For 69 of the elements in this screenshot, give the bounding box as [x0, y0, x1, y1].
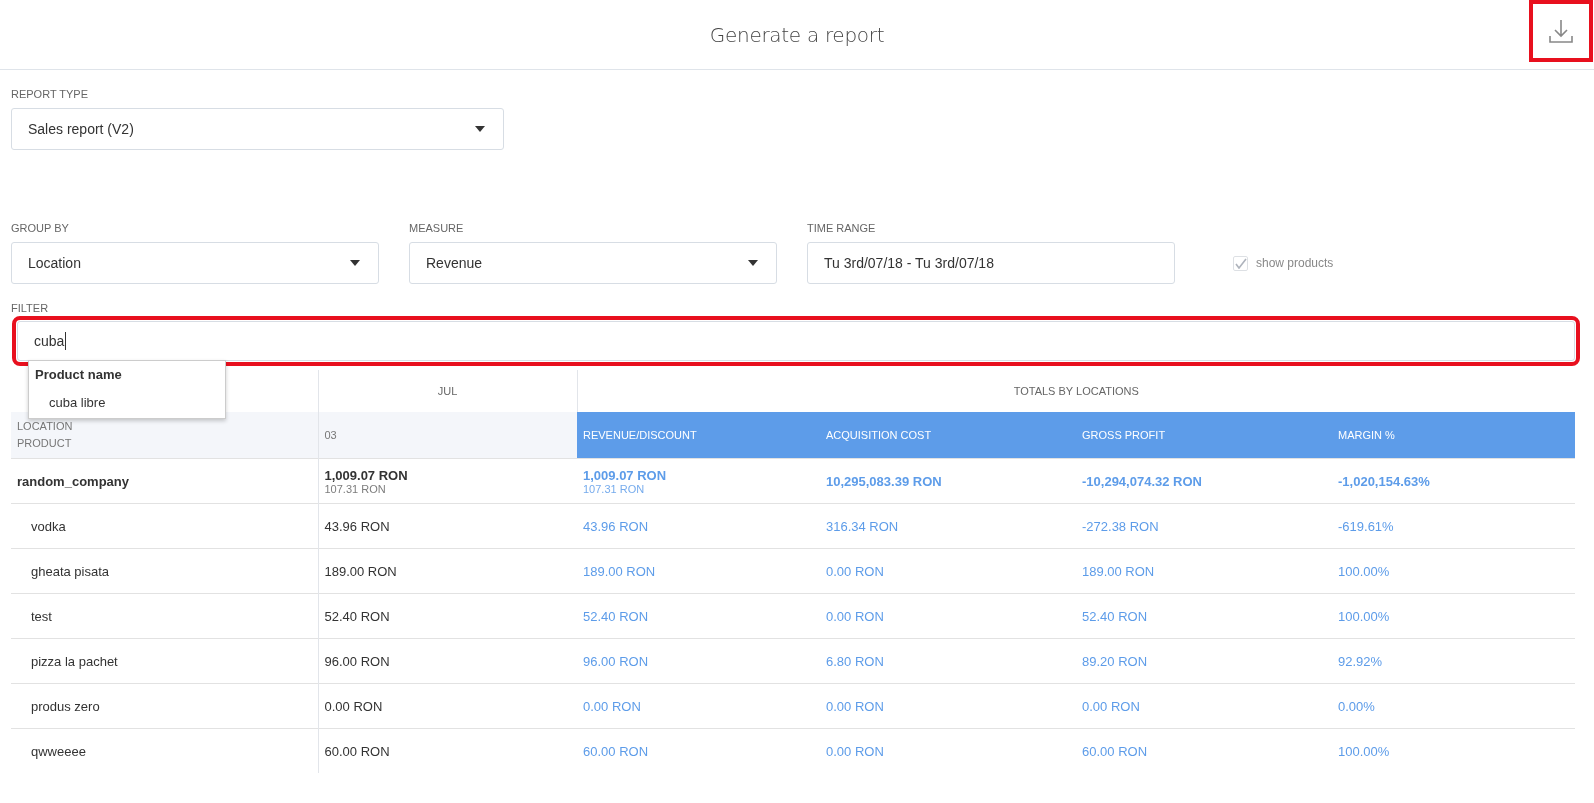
value-cell-text: 0.00 RON [324, 698, 384, 714]
value-cell-text: 60.00 RON [324, 743, 391, 759]
value-cell-text: 189.00 RON [324, 563, 398, 579]
caret-icon [475, 126, 485, 132]
date-range-field[interactable]: Tu 3rd/07/18 - Tu 3rd/07/18 [807, 242, 1175, 284]
caret-icon [350, 260, 360, 266]
product-cell: test [11, 593, 318, 639]
product-cell: qwweeee [11, 728, 318, 773]
column-header: ACQUISITION COST [820, 412, 1076, 459]
product-cell: vodka [11, 503, 318, 549]
value-cell-text: 43.96 RON [324, 518, 391, 534]
value-cell-text: -619.61% [1338, 518, 1395, 534]
value-cell-text: 52.40 RON [324, 608, 391, 624]
value-cell-text: 100.00% [1338, 608, 1391, 624]
value-cell-text: 0.00 RON [826, 743, 885, 759]
field-label: TIME RANGE [807, 222, 877, 235]
select-dropdown[interactable]: Sales report (V2) [11, 108, 504, 150]
column-header: PRODUCT [17, 436, 73, 451]
value-cell-text: -10,294,074.32 RON [1082, 473, 1203, 489]
field-label: GROUP BY [11, 222, 70, 235]
value-cell-text: 43.96 RON [583, 518, 650, 534]
value-cell-text: 52.40 RON [583, 608, 650, 624]
value-cell-text: 0.00% [1338, 698, 1376, 714]
value-cell-text: 52.40 RON [1082, 608, 1149, 624]
value-cell-text: 0.00 RON [583, 698, 642, 714]
value-cell-text: 6.80 RON [826, 653, 885, 669]
download-icon [1548, 18, 1574, 44]
caret-icon [748, 260, 758, 266]
value-cell-text: 0.00 RON [826, 698, 885, 714]
menu-heading: Product name [34, 367, 123, 382]
value-cell-text: 189.00 RON [1082, 563, 1156, 579]
select-dropdown[interactable]: Revenue [409, 242, 777, 284]
column-header: GROSS PROFIT [1076, 412, 1332, 459]
value-cell-text: 189.00 RON [583, 563, 657, 579]
select-dropdown[interactable]: Location [11, 242, 379, 284]
value-cell-text: 96.00 RON [324, 653, 391, 669]
checkbox-label: show products [1256, 256, 1334, 270]
menu-item[interactable]: cuba libre [29, 395, 225, 410]
location-cell: random_company [11, 458, 318, 504]
value-cell-text: 316.34 RON [826, 518, 900, 534]
download-button[interactable] [1529, 0, 1593, 62]
discount-value: 107.31 RON [583, 482, 646, 495]
value-cell-text: -272.38 RON [1082, 518, 1160, 534]
value-cell-text: 89.20 RON [1082, 653, 1149, 669]
column-header: 03 [318, 412, 577, 459]
product-cell: produs zero [11, 683, 318, 729]
page-title: Generate a report [709, 22, 885, 47]
value-cell-text: 92.92% [1338, 653, 1384, 669]
discount-value: 107.31 RON [324, 482, 387, 495]
product-cell: gheata pisata [11, 548, 318, 594]
column-header: LOCATION [17, 419, 74, 434]
value-cell-text: -1,020,154.63% [1338, 473, 1431, 489]
product-cell: pizza la pachet [11, 638, 318, 684]
field-label: MEASURE [409, 222, 465, 235]
value-cell-text: 1,009.07 RON [583, 467, 668, 483]
column-header: MARGIN % [1332, 412, 1575, 459]
value-cell-text: 0.00 RON [826, 608, 885, 624]
value-cell-text: 60.00 RON [583, 743, 650, 759]
field-label: REPORT TYPE [11, 88, 90, 101]
value-cell-text: 0.00 RON [826, 563, 885, 579]
value-cell-text: 0.00 RON [1082, 698, 1141, 714]
value-cell-text: 10,295,083.39 RON [826, 473, 943, 489]
field-label: FILTER [11, 302, 50, 315]
column-header: REVENUE/DISCOUNT [577, 412, 820, 459]
value-cell-text: 60.00 RON [1082, 743, 1149, 759]
value-cell-text: 100.00% [1338, 743, 1391, 759]
value-cell-text: 1,009.07 RON [324, 467, 409, 483]
value-cell-text: 100.00% [1338, 563, 1391, 579]
value-cell-text: 96.00 RON [583, 653, 650, 669]
